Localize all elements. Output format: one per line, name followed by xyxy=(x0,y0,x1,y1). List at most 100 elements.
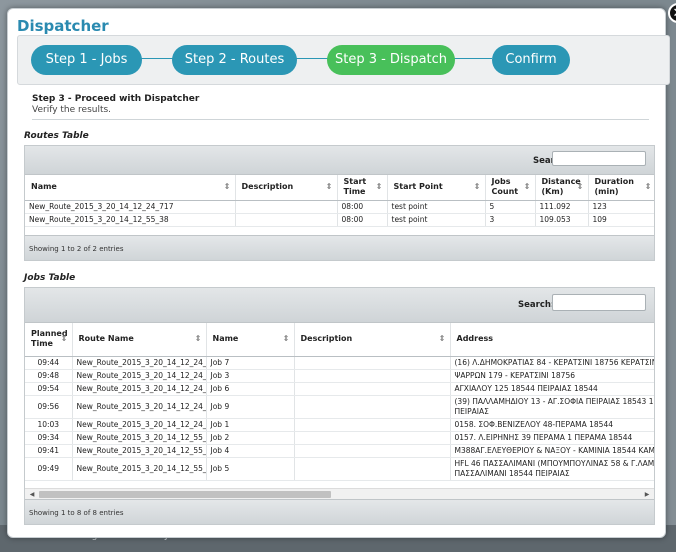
sort-icon: ⇕ xyxy=(325,182,333,192)
cell-duration: 123 xyxy=(588,200,654,214)
table-row[interactable]: 09:44 New_Route_2015_3_20_14_12_24_717 J… xyxy=(25,356,654,370)
column-header-description[interactable]: Description ⇕ xyxy=(235,175,338,201)
column-header-duration[interactable]: Duration (min) ⇕ xyxy=(588,175,654,201)
table-row[interactable]: 09:49 New_Route_2015_3_20_14_12_55_38 Jo… xyxy=(25,457,654,481)
jobs-table: Planned Time ⇕ Route Name ⇕ Name ⇕ Descript… xyxy=(25,323,654,481)
close-icon: ✕ xyxy=(673,6,676,21)
jobs-table-toolbar: Search: xyxy=(25,288,654,323)
cell-job-name: Job 4 xyxy=(206,444,295,458)
routes-table-title: Routes Table xyxy=(24,131,89,141)
cell-address: M388ΑΓ.ΕΛΕΥΘΕΡΙΟΥ & ΝΑΞΟΥ - ΚΑΜΙΝΙΑ 1854… xyxy=(450,444,654,458)
step-1-jobs[interactable]: Step 1 - Jobs xyxy=(31,45,142,75)
routes-entries-info: Showing 1 to 2 of 2 entries xyxy=(29,245,124,253)
cell-start-time: 08:00 xyxy=(337,200,388,214)
cell-description xyxy=(294,395,451,419)
cell-address: HFL 46 ΠΑΣΣΑΛΙΜΑΝΙ (ΜΠΟΥΜΠΟΥΛΙΝΑΣ 58 & Γ… xyxy=(450,457,654,481)
cell-address: ΑΓΧΙΑΛΟΥ 125 18544 ΠΕΙΡΑΙΑΣ 18544 xyxy=(450,382,654,396)
cell-planned-time: 09:34 xyxy=(25,431,73,445)
cell-description xyxy=(294,382,451,396)
cell-description xyxy=(294,369,451,383)
jobs-entries-info: Showing 1 to 8 of 8 entries xyxy=(29,509,124,517)
cell-job-name: Job 1 xyxy=(206,418,295,432)
cell-address: 0157. Λ.ΕΙΡΗΝΗΣ 39 ΠΕΡΑΜΑ 1 ΠΕΡΑΜΑ 18544 xyxy=(450,431,654,445)
cell-planned-time: 09:48 xyxy=(25,369,73,383)
step-subtext: Verify the results. xyxy=(32,105,112,115)
column-header-jobs-count[interactable]: Jobs Count ⇕ xyxy=(485,175,536,201)
cell-address: 0158. ΣΟΦ.ΒΕΝΙΖΕΛΟΥ 48-ΠΕΡΑΜΑ 18544 xyxy=(450,418,654,432)
sort-icon: ⇕ xyxy=(644,182,652,192)
cell-description xyxy=(235,213,338,227)
cell-route-name: New_Route_2015_3_20_14_12_55_38 xyxy=(25,213,236,227)
cell-planned-time: 10:03 xyxy=(25,418,73,432)
cell-job-name: Job 6 xyxy=(206,382,295,396)
cell-planned-time: 09:49 xyxy=(25,457,73,481)
cell-job-name: Job 2 xyxy=(206,431,295,445)
routes-search-input[interactable] xyxy=(552,151,646,166)
cell-route-name: New_Route_2015_3_20_14_12_24_717 xyxy=(25,200,236,214)
sort-icon: ⇕ xyxy=(282,334,290,344)
cell-job-name: Job 9 xyxy=(206,395,295,419)
cell-job-name: Job 3 xyxy=(206,369,295,383)
cell-job-name: Job 7 xyxy=(206,356,295,370)
step-connector xyxy=(296,58,330,59)
table-row[interactable]: 09:56 New_Route_2015_3_20_14_12_24_717 J… xyxy=(25,395,654,419)
routes-table-footer: Showing 1 to 2 of 2 entries xyxy=(25,235,654,260)
scrollbar-thumb[interactable] xyxy=(39,491,331,498)
cell-planned-time: 09:41 xyxy=(25,444,73,458)
table-row[interactable]: New_Route_2015_3_20_14_12_24_717 08:00 t… xyxy=(25,200,654,214)
table-row[interactable]: 10:03 New_Route_2015_3_20_14_12_24_717 J… xyxy=(25,418,654,432)
table-row[interactable]: 09:54 New_Route_2015_3_20_14_12_24_717 J… xyxy=(25,382,654,396)
cell-distance: 111.092 xyxy=(535,200,589,214)
table-row[interactable]: 09:41 New_Route_2015_3_20_14_12_55_38 Jo… xyxy=(25,444,654,458)
dispatcher-dialog: Dispatcher Step 1 - Jobs Step 2 - Routes… xyxy=(7,3,676,538)
cell-description xyxy=(294,356,451,370)
step-3-dispatch[interactable]: Step 3 - Dispatch xyxy=(327,45,455,75)
cell-distance: 109.053 xyxy=(535,213,589,227)
table-row[interactable]: 09:34 New_Route_2015_3_20_14_12_55_38 Jo… xyxy=(25,431,654,445)
jobs-table-panel: Search: Planned Time ⇕ Route Name ⇕ Name ⇕ … xyxy=(24,287,655,525)
step-confirm[interactable]: Confirm xyxy=(492,45,570,75)
column-header-start-point[interactable]: Start Point ⇕ xyxy=(387,175,486,201)
cell-address: ΨΑΡΡΩΝ 179 - ΚΕΡΑΤΣΙΝΙ 18756 xyxy=(450,369,654,383)
cell-planned-time: 09:56 xyxy=(25,395,73,419)
jobs-search-label: Search: xyxy=(518,300,555,310)
cell-route-name: New_Route_2015_3_20_14_12_24_717 xyxy=(72,369,207,383)
step-2-routes[interactable]: Step 2 - Routes xyxy=(172,45,297,75)
cell-route-name: New_Route_2015_3_20_14_12_24_717 xyxy=(72,356,207,370)
column-header-name[interactable]: Name ⇕ xyxy=(25,175,236,201)
cell-route-name: New_Route_2015_3_20_14_12_24_717 xyxy=(72,382,207,396)
step-divider xyxy=(32,119,649,120)
jobs-table-footer: Showing 1 to 8 of 8 entries xyxy=(25,499,654,524)
cell-route-name: New_Route_2015_3_20_14_12_55_38 xyxy=(72,457,207,481)
column-header-distance[interactable]: Distance (Km) ⇕ xyxy=(535,175,589,201)
table-row[interactable]: New_Route_2015_3_20_14_12_55_38 08:00 te… xyxy=(25,213,654,227)
cell-planned-time: 09:54 xyxy=(25,382,73,396)
cell-address: (16) Λ.ΔΗΜΟΚΡΑΤΙΑΣ 84 - ΚΕΡΑΤΣΙΝΙ 18756 … xyxy=(450,356,654,370)
cell-duration: 109 xyxy=(588,213,654,227)
cell-jobs-count: 3 xyxy=(485,213,536,227)
cell-description xyxy=(235,200,338,214)
sort-icon: ⇕ xyxy=(194,334,202,344)
cell-description xyxy=(294,457,451,481)
column-header-name[interactable]: Name ⇕ xyxy=(206,323,295,357)
table-row[interactable]: 09:48 New_Route_2015_3_20_14_12_24_717 J… xyxy=(25,369,654,383)
sort-icon: ⇕ xyxy=(60,334,68,344)
column-header-address[interactable]: Address xyxy=(450,323,654,357)
cell-route-name: New_Route_2015_3_20_14_12_55_38 xyxy=(72,431,207,445)
cell-route-name: New_Route_2015_3_20_14_12_55_38 xyxy=(72,444,207,458)
column-header-start-time[interactable]: Start Time ⇕ xyxy=(337,175,388,201)
column-header-route-name[interactable]: Route Name ⇕ xyxy=(72,323,207,357)
jobs-search-input[interactable] xyxy=(552,294,646,311)
cell-description xyxy=(294,431,451,445)
cell-start-point: test point xyxy=(387,213,486,227)
cell-description xyxy=(294,418,451,432)
column-header-description[interactable]: Description ⇕ xyxy=(294,323,451,357)
cell-route-name: New_Route_2015_3_20_14_12_24_717 xyxy=(72,395,207,419)
jobs-table-title: Jobs Table xyxy=(24,273,76,283)
routes-table: Name ⇕ Description ⇕ Start Time ⇕ Start Poi… xyxy=(25,175,654,227)
step-heading: Step 3 - Proceed with Dispatcher xyxy=(32,94,200,104)
cell-start-time: 08:00 xyxy=(337,213,388,227)
column-header-planned-time[interactable]: Planned Time ⇕ xyxy=(25,323,73,357)
sort-icon: ⇕ xyxy=(473,182,481,192)
cell-route-name: New_Route_2015_3_20_14_12_24_717 xyxy=(72,418,207,432)
